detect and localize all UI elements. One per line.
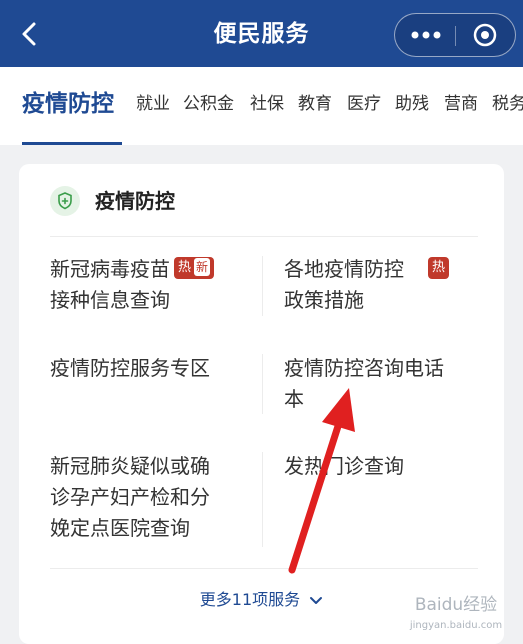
service-epidemic-zone[interactable]: 疫情防控服务专区 bbox=[50, 353, 210, 384]
service-local-policies[interactable]: 各地疫情防控 热 政策措施 bbox=[284, 254, 450, 316]
item-line: 各地疫情防控 bbox=[284, 257, 404, 281]
service-maternity-hospital[interactable]: 新冠肺炎疑似或确 诊孕产妇产检和分 娩定点医院查询 bbox=[50, 451, 210, 544]
item-line: 发热门诊查询 bbox=[284, 454, 404, 478]
service-vaccine-info[interactable]: 新冠病毒疫苗热新 接种信息查询 bbox=[50, 254, 215, 316]
hot-badge: 热新 bbox=[174, 256, 215, 279]
tab-disability-aid[interactable]: 助残 bbox=[395, 92, 429, 116]
item-line: 诊孕产妇产检和分 bbox=[50, 485, 210, 509]
tab-employment[interactable]: 就业 bbox=[136, 92, 170, 116]
column-divider bbox=[262, 256, 263, 316]
hot-badge: 热 bbox=[428, 256, 450, 279]
category-tab-bar: 疫情防控 就业 公积金 社保 教育 医疗 助残 营商 税务 bbox=[0, 67, 523, 145]
tab-tax[interactable]: 税务 bbox=[492, 92, 523, 116]
tab-social-security[interactable]: 社保 bbox=[250, 92, 284, 116]
item-line: 政策措施 bbox=[284, 288, 364, 312]
item-line: 接种信息查询 bbox=[50, 288, 170, 312]
item-line: 娩定点医院查询 bbox=[50, 516, 190, 540]
shield-icon bbox=[50, 186, 80, 216]
service-card: 疫情防控 新冠病毒疫苗热新 接种信息查询 各地疫情防控 热 政策措施 疫情防控服务… bbox=[19, 164, 504, 644]
active-tab-indicator bbox=[22, 142, 122, 145]
item-line: 疫情防控服务专区 bbox=[50, 356, 210, 380]
item-line: 疫情防控咨询电话 bbox=[284, 356, 444, 380]
watermark-text: Baidu经验 bbox=[415, 595, 497, 615]
card-divider bbox=[50, 236, 478, 237]
target-circle-icon[interactable] bbox=[456, 14, 515, 56]
item-line: 新冠肺炎疑似或确 bbox=[50, 454, 210, 478]
service-hotline-directory[interactable]: 疫情防控咨询电话 本 bbox=[284, 353, 444, 415]
tab-medical[interactable]: 医疗 bbox=[347, 92, 381, 116]
item-line: 新冠病毒疫苗 bbox=[50, 257, 170, 281]
watermark-sub: jingyan.baidu.com bbox=[409, 620, 502, 631]
more-dots-icon[interactable] bbox=[395, 14, 455, 56]
card-divider bbox=[50, 568, 478, 569]
tab-epidemic-control[interactable]: 疫情防控 bbox=[22, 89, 114, 119]
tab-education[interactable]: 教育 bbox=[298, 92, 332, 116]
mini-program-capsule bbox=[394, 13, 516, 57]
more-label: 更多11项服务 bbox=[199, 590, 301, 609]
card-title: 疫情防控 bbox=[95, 189, 175, 213]
chevron-down-icon bbox=[310, 596, 323, 604]
tab-business[interactable]: 营商 bbox=[444, 92, 478, 116]
new-badge: 新 bbox=[194, 257, 211, 276]
top-nav-bar: 便民服务 bbox=[0, 0, 523, 67]
baidu-watermark: Baidu经验 jingyan.baidu.com bbox=[396, 584, 516, 640]
tab-housing-fund[interactable]: 公积金 bbox=[183, 92, 234, 116]
column-divider bbox=[262, 452, 263, 547]
item-line: 本 bbox=[284, 387, 304, 411]
service-fever-clinic[interactable]: 发热门诊查询 bbox=[284, 451, 404, 482]
column-divider bbox=[262, 354, 263, 414]
